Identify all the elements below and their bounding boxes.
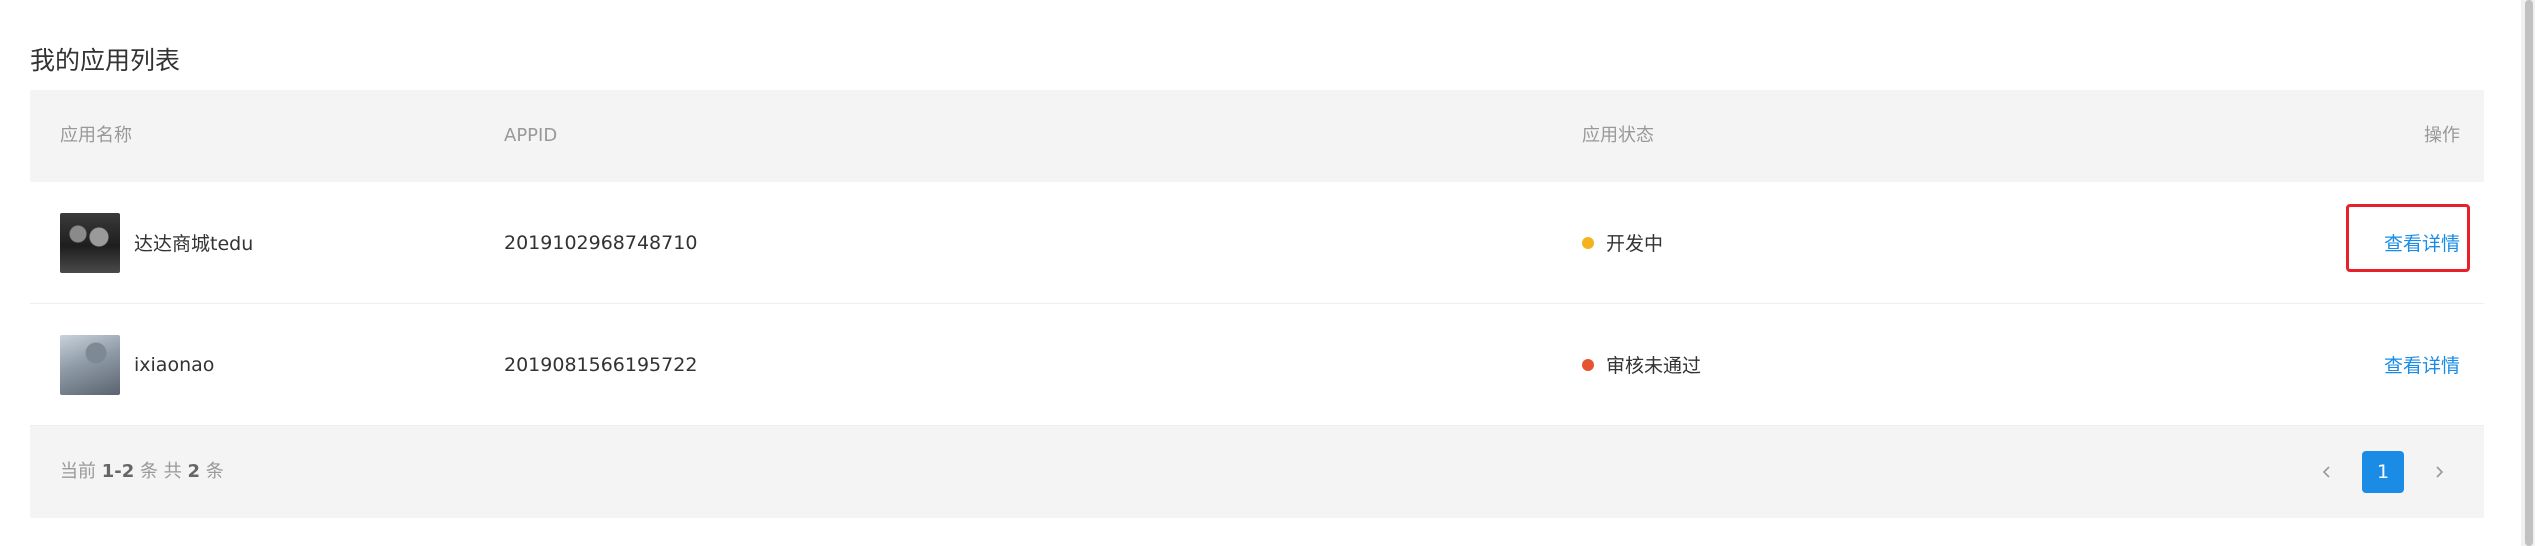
pagination: 1 [2306,451,2460,493]
status-dot-icon [1582,236,1594,249]
highlight-box [2346,204,2470,272]
scrollbar-thumb[interactable] [2525,0,2533,546]
header-app-status: 应用状态 [1582,125,1654,146]
page-number-button[interactable]: 1 [2362,451,2404,493]
appid-cell: 2019081566195722 [504,353,698,376]
pagination-mid: 条 共 [140,461,182,482]
pagination-suffix: 条 [205,461,224,482]
status-text: 开发中 [1606,233,1664,255]
pagination-info: 当前 1-2 条 共 2 条 [60,426,224,518]
chevron-left-icon [2322,466,2330,478]
operation-cell: 查看详情 [2384,304,2460,425]
status-cell: 审核未通过 [1582,304,1701,425]
pagination-range: 1-2 [101,461,135,482]
header-app-name: 应用名称 [60,125,132,146]
prev-page-button[interactable] [2306,451,2348,493]
pagination-prefix: 当前 [60,461,96,482]
app-thumbnail [60,212,120,273]
app-name-cell: ixiaonao [60,304,214,425]
pagination-total: 2 [187,461,200,482]
view-details-link[interactable]: 查看详情 [2384,351,2460,378]
app-table: 应用名称 APPID 应用状态 操作 达达商城tedu 201910296874… [30,90,2484,518]
app-name-cell: 达达商城tedu [60,182,253,303]
table-footer: 当前 1-2 条 共 2 条 1 [30,426,2484,518]
table-row: ixiaonao 2019081566195722 审核未通过 查看详情 [30,304,2484,426]
status-text: 审核未通过 [1606,355,1702,377]
header-operation: 操作 [2424,125,2460,146]
table-header: 应用名称 APPID 应用状态 操作 [30,90,2484,182]
app-list-page: 我的应用列表 应用名称 APPID 应用状态 操作 达达商城tedu 20191… [0,0,2535,546]
app-name: ixiaonao [134,353,215,376]
app-thumbnail [60,334,120,395]
appid-cell: 2019102968748710 [504,231,698,254]
status-cell: 开发中 [1582,182,1663,303]
header-appid: APPID [504,125,558,146]
page-title: 我的应用列表 [30,46,181,75]
next-page-button[interactable] [2418,451,2460,493]
vertical-scrollbar[interactable] [2521,0,2535,546]
app-name: 达达商城tedu [134,233,254,255]
status-dot-icon [1582,358,1594,371]
operation-cell: 查看详情 [2346,182,2470,303]
table-row: 达达商城tedu 2019102968748710 开发中 查看详情 [30,182,2484,304]
chevron-right-icon [2436,466,2444,478]
